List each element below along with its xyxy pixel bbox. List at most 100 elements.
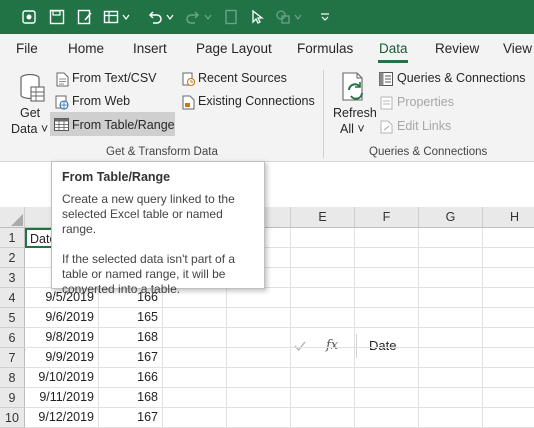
customize-toolbar-icon[interactable] xyxy=(316,8,334,26)
empty-cell[interactable] xyxy=(291,228,355,248)
empty-cell[interactable] xyxy=(419,228,483,248)
cell-a[interactable]: 9/10/2019 xyxy=(25,368,99,388)
pointer-icon[interactable] xyxy=(248,8,266,26)
empty-cell[interactable] xyxy=(483,288,534,308)
cell-a[interactable]: 9/11/2019 xyxy=(25,388,99,408)
undo-icon[interactable] xyxy=(146,8,164,26)
empty-cell[interactable] xyxy=(483,388,534,408)
cell-b[interactable]: 165 xyxy=(99,308,163,328)
select-all-corner[interactable] xyxy=(0,207,25,228)
dropdown-arrow-icon[interactable] xyxy=(120,8,132,26)
empty-cell[interactable] xyxy=(291,368,355,388)
empty-cell[interactable] xyxy=(163,328,227,348)
empty-cell[interactable] xyxy=(227,308,291,328)
cell-b[interactable]: 168 xyxy=(99,328,163,348)
empty-cell[interactable] xyxy=(483,228,534,248)
tab-page-layout[interactable]: Page Layout xyxy=(196,41,272,56)
empty-cell[interactable] xyxy=(419,308,483,328)
empty-cell[interactable] xyxy=(419,288,483,308)
empty-cell[interactable] xyxy=(355,248,419,268)
empty-cell[interactable] xyxy=(355,308,419,328)
empty-cell[interactable] xyxy=(355,268,419,288)
tab-view[interactable]: View xyxy=(503,41,532,56)
empty-cell[interactable] xyxy=(227,408,291,428)
empty-cell[interactable] xyxy=(163,348,227,368)
empty-cell[interactable] xyxy=(355,228,419,248)
row-header[interactable]: 3 xyxy=(0,268,25,288)
spreadsheet-icon[interactable] xyxy=(102,8,120,26)
row-header[interactable]: 5 xyxy=(0,308,25,328)
row-header[interactable]: 4 xyxy=(0,288,25,308)
cell-a[interactable]: 9/6/2019 xyxy=(25,308,99,328)
quick-access-toolbar xyxy=(0,0,534,34)
tab-home[interactable]: Home xyxy=(68,41,104,56)
cell-b[interactable]: 168 xyxy=(99,388,163,408)
cell-b[interactable]: 167 xyxy=(99,408,163,428)
cell-a[interactable]: 9/9/2019 xyxy=(25,348,99,368)
empty-cell[interactable] xyxy=(355,348,419,368)
cell-b[interactable]: 167 xyxy=(99,348,163,368)
row-header[interactable]: 7 xyxy=(0,348,25,368)
tab-data[interactable]: Data xyxy=(379,41,408,56)
empty-cell[interactable] xyxy=(291,248,355,268)
empty-cell[interactable] xyxy=(163,408,227,428)
empty-cell[interactable] xyxy=(163,368,227,388)
empty-cell[interactable] xyxy=(227,348,291,368)
empty-cell[interactable] xyxy=(419,348,483,368)
touch-mode-icon[interactable] xyxy=(20,8,38,26)
cell-a[interactable]: 9/12/2019 xyxy=(25,408,99,428)
column-header-e[interactable]: E xyxy=(291,207,355,228)
empty-cell[interactable] xyxy=(291,388,355,408)
empty-cell[interactable] xyxy=(419,388,483,408)
empty-cell[interactable] xyxy=(419,328,483,348)
row-header[interactable]: 9 xyxy=(0,388,25,408)
empty-cell[interactable] xyxy=(355,328,419,348)
empty-cell[interactable] xyxy=(355,388,419,408)
empty-cell[interactable] xyxy=(355,408,419,428)
row-header[interactable]: 1 xyxy=(0,228,25,248)
empty-cell[interactable] xyxy=(483,348,534,368)
empty-cell[interactable] xyxy=(419,248,483,268)
empty-cell[interactable] xyxy=(291,328,355,348)
empty-cell[interactable] xyxy=(483,248,534,268)
empty-cell[interactable] xyxy=(291,308,355,328)
group-label-queries-connections: Queries & Connections xyxy=(369,146,488,158)
tab-formulas[interactable]: Formulas xyxy=(297,41,353,56)
empty-cell[interactable] xyxy=(355,368,419,388)
column-header-h[interactable]: H xyxy=(483,207,534,228)
redo-icon xyxy=(184,8,202,26)
empty-cell[interactable] xyxy=(163,308,227,328)
empty-cell[interactable] xyxy=(419,268,483,288)
empty-cell[interactable] xyxy=(291,348,355,368)
empty-cell[interactable] xyxy=(419,368,483,388)
cell-b[interactable]: 166 xyxy=(99,368,163,388)
empty-cell[interactable] xyxy=(163,388,227,408)
form-edit-icon[interactable] xyxy=(76,8,94,26)
empty-cell[interactable] xyxy=(227,388,291,408)
row-header[interactable]: 10 xyxy=(0,408,25,428)
empty-cell[interactable] xyxy=(419,408,483,428)
row-header[interactable]: 2 xyxy=(0,248,25,268)
empty-cell[interactable] xyxy=(227,328,291,348)
empty-cell[interactable] xyxy=(483,408,534,428)
save-icon[interactable] xyxy=(48,8,66,26)
empty-cell[interactable] xyxy=(291,408,355,428)
empty-cell[interactable] xyxy=(291,268,355,288)
column-header-g[interactable]: G xyxy=(419,207,483,228)
tab-review[interactable]: Review xyxy=(435,41,479,56)
tab-insert[interactable]: Insert xyxy=(133,41,167,56)
empty-cell[interactable] xyxy=(227,368,291,388)
empty-cell[interactable] xyxy=(483,268,534,288)
column-header-f[interactable]: F xyxy=(355,207,419,228)
cell-a[interactable]: 9/8/2019 xyxy=(25,328,99,348)
tab-file[interactable]: File xyxy=(16,41,38,56)
get-data-label-1: Get xyxy=(20,106,41,120)
empty-cell[interactable] xyxy=(483,368,534,388)
empty-cell[interactable] xyxy=(355,288,419,308)
empty-cell[interactable] xyxy=(483,328,534,348)
row-header[interactable]: 6 xyxy=(0,328,25,348)
empty-cell[interactable] xyxy=(483,308,534,328)
empty-cell[interactable] xyxy=(291,288,355,308)
undo-dropdown-icon[interactable] xyxy=(164,8,176,26)
row-header[interactable]: 8 xyxy=(0,368,25,388)
